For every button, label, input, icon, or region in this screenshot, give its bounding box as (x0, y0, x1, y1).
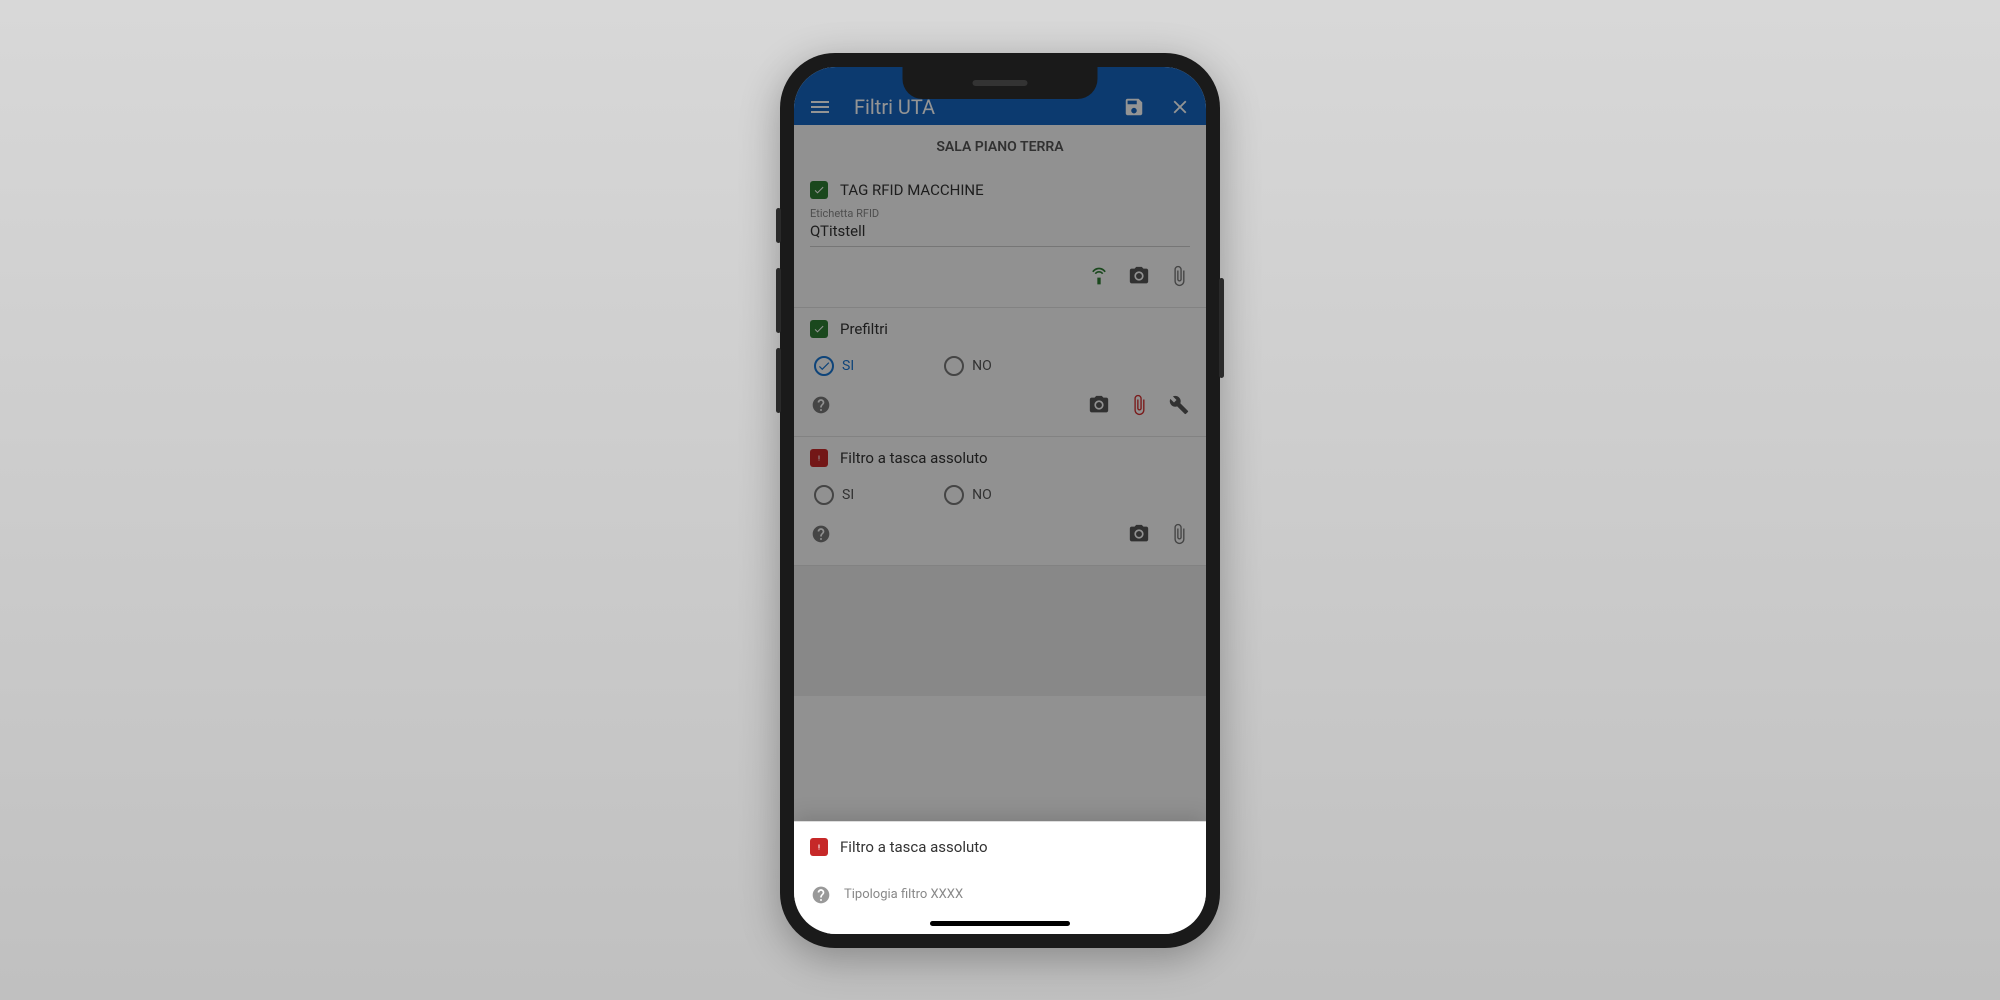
attachment-icon[interactable] (1168, 523, 1190, 545)
rfid-scanner-icon[interactable] (1088, 265, 1110, 287)
prefiltri-radio-yes[interactable]: SI (814, 356, 854, 376)
prefiltri-radio-row: SI NO (810, 346, 1190, 386)
camera-icon[interactable] (1088, 394, 1110, 416)
filtro-tasca-radio-no[interactable]: NO (944, 485, 992, 505)
attachment-icon[interactable] (1168, 265, 1190, 287)
bottom-sheet: Filtro a tasca assoluto Tipologia filtro… (794, 821, 1206, 934)
location-subtitle: SALA PIANO TERRA (794, 125, 1206, 169)
content-area: SALA PIANO TERRA TAG RFID MACCHINE Etich… (794, 125, 1206, 934)
prefiltri-icon-row (810, 386, 1190, 424)
status-badge-warning-icon (810, 838, 828, 856)
sheet-title: Filtro a tasca assoluto (840, 838, 988, 856)
radio-yes-label: SI (842, 487, 854, 503)
rfid-field-label: Etichetta RFID (810, 207, 1190, 220)
radio-no-label: NO (972, 358, 992, 374)
filtro-tasca-radio-row: SI NO (810, 475, 1190, 515)
rfid-icon-row (810, 257, 1190, 295)
filtro-tasca-radio-yes[interactable]: SI (814, 485, 854, 505)
section-rfid-header: TAG RFID MACCHINE (810, 181, 1190, 199)
menu-icon[interactable] (808, 95, 832, 119)
radio-unselected-icon (944, 485, 964, 505)
phone-power-button (1219, 278, 1224, 378)
section-rfid-title: TAG RFID MACCHINE (840, 181, 984, 199)
section-prefiltri-title: Prefiltri (840, 320, 888, 338)
section-prefiltri: Prefiltri SI NO (794, 308, 1206, 437)
section-prefiltri-header: Prefiltri (810, 320, 1190, 338)
close-icon[interactable] (1168, 95, 1192, 119)
home-indicator[interactable] (930, 921, 1070, 926)
status-badge-complete-icon (810, 320, 828, 338)
phone-volume-up (776, 268, 781, 333)
section-filtro-tasca-header: Filtro a tasca assoluto (810, 449, 1190, 467)
section-filtro-tasca: Filtro a tasca assoluto SI NO (794, 437, 1206, 566)
phone-speaker (973, 80, 1028, 86)
phone-screen: Filtri UTA SALA PIANO TERRA (794, 67, 1206, 934)
status-badge-complete-icon (810, 181, 828, 199)
camera-icon[interactable] (1128, 265, 1150, 287)
app-container: Filtri UTA SALA PIANO TERRA (794, 67, 1206, 934)
sheet-header: Filtro a tasca assoluto (810, 838, 1190, 856)
filtro-tasca-icon-row (810, 515, 1190, 553)
prefiltri-radio-no[interactable]: NO (944, 356, 992, 376)
help-icon (810, 884, 832, 906)
content-spacer (794, 566, 1206, 696)
status-badge-warning-icon (810, 449, 828, 467)
radio-no-label: NO (972, 487, 992, 503)
save-icon[interactable] (1122, 95, 1146, 119)
radio-selected-icon (814, 356, 834, 376)
help-icon[interactable] (810, 523, 832, 545)
attachment-icon[interactable] (1128, 394, 1150, 416)
phone-notch (903, 67, 1098, 99)
radio-unselected-icon (814, 485, 834, 505)
radio-unselected-icon (944, 356, 964, 376)
help-icon[interactable] (810, 394, 832, 416)
rfid-field-value[interactable]: QTitstell (810, 222, 1190, 247)
section-rfid: TAG RFID MACCHINE Etichetta RFID QTitste… (794, 169, 1206, 308)
sheet-help-text: Tipologia filtro XXXX (844, 887, 963, 902)
phone-frame: Filtri UTA SALA PIANO TERRA (780, 53, 1220, 948)
radio-yes-label: SI (842, 358, 854, 374)
camera-icon[interactable] (1128, 523, 1150, 545)
section-filtro-tasca-title: Filtro a tasca assoluto (840, 449, 988, 467)
build-icon[interactable] (1168, 394, 1190, 416)
phone-mute-switch (776, 208, 781, 243)
sheet-help-row[interactable]: Tipologia filtro XXXX (810, 884, 1190, 906)
phone-volume-down (776, 348, 781, 413)
